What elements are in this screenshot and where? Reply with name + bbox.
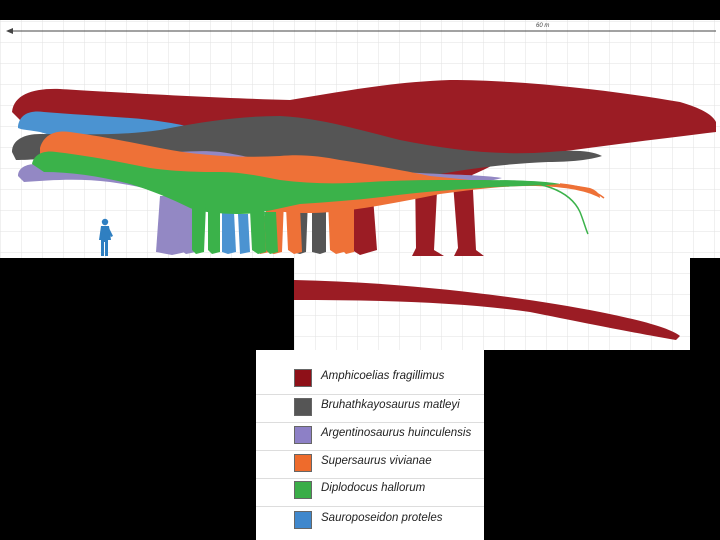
legend-label: Diplodocus hallorum — [321, 482, 426, 494]
legend-item-argentinosaurus: Argentinosaurus huinculensis — [256, 422, 484, 448]
legend-label: Supersaurus vivianae — [321, 455, 432, 467]
legend-item-diplodocus: Diplodocus hallorum — [256, 477, 484, 503]
legend-label: Argentinosaurus huinculensis — [321, 427, 472, 439]
legend-swatch — [294, 369, 312, 387]
legend-swatch — [294, 481, 312, 499]
legend-swatch — [294, 398, 312, 416]
legend-label: Sauroposeidon proteles — [321, 512, 443, 524]
legend-swatch — [294, 454, 312, 472]
legend-swatch — [294, 426, 312, 444]
scale-bar-label: 60 m — [536, 23, 549, 29]
legend-swatch — [294, 511, 312, 529]
legend-item-supersaurus: Supersaurus vivianae — [256, 450, 484, 476]
legend-label: Bruhathkayosaurus matleyi — [321, 399, 460, 411]
legend-item-sauroposeidon: Sauroposeidon proteles — [256, 507, 484, 533]
legend: Amphicoelias fragillimus Bruhathkayosaur… — [256, 350, 484, 540]
legend-item-bruhathkayosaurus: Bruhathkayosaurus matleyi — [256, 394, 484, 420]
legend-item-amphicoelias: Amphicoelias fragillimus — [256, 365, 484, 391]
legend-label: Amphicoelias fragillimus — [321, 370, 445, 382]
